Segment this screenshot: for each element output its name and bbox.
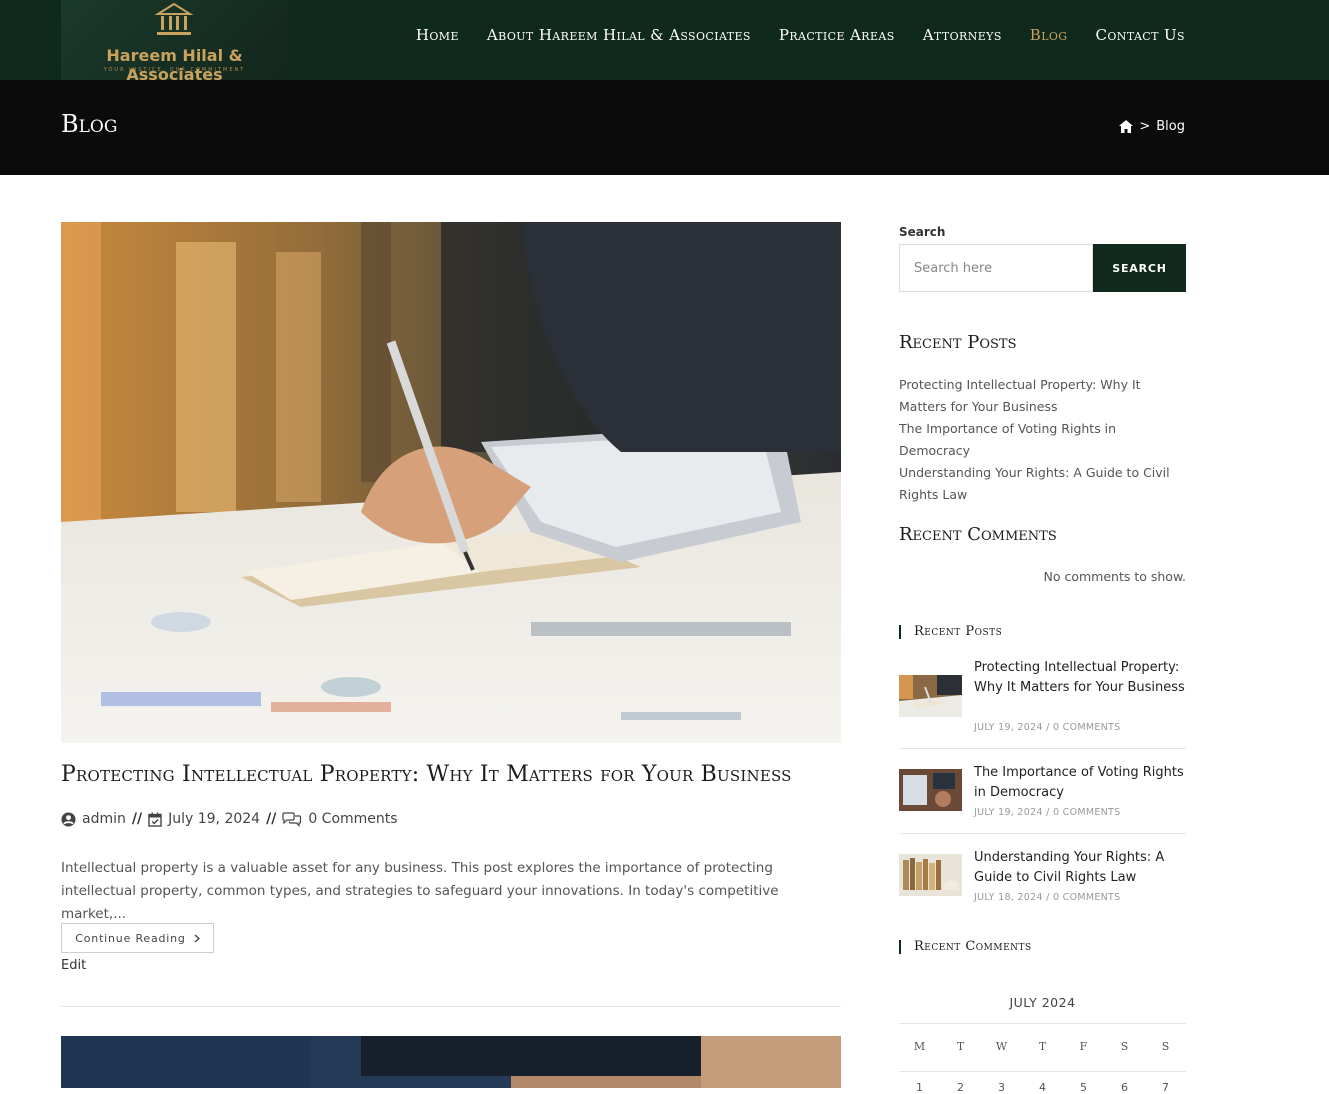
recent-post-link[interactable]: Protecting Intellectual Property: Why It… — [899, 377, 1141, 414]
search-label: Search — [899, 225, 946, 239]
recent-comments-heading-secondary: Recent Comments — [899, 940, 1032, 954]
continue-reading-label: Continue Reading — [75, 931, 186, 945]
calendar-icon — [148, 812, 162, 827]
recent-posts-heading: Recent Posts — [899, 332, 1017, 353]
post-excerpt: Intellectual property is a valuable asse… — [61, 860, 779, 922]
thumb-post-title[interactable]: Understanding Your Rights: A Guide to Ci… — [974, 848, 1186, 887]
calendar-weekdays: M T W T F S S — [899, 1040, 1186, 1053]
calendar-weekday: W — [995, 1040, 1008, 1053]
page-title-bar: Blog > Blog — [0, 80, 1329, 175]
thumb-post-image[interactable] — [899, 769, 962, 811]
nav-item-contact[interactable]: Contact Us — [1096, 26, 1186, 44]
recent-comments-heading: Recent Comments — [899, 524, 1057, 545]
post-title[interactable]: Protecting Intellectual Property: Why It… — [61, 762, 841, 787]
nav-item-attorneys[interactable]: Attorneys — [923, 26, 1002, 44]
search-button[interactable]: SEARCH — [1093, 244, 1186, 292]
list-item: Protecting Intellectual Property: Why It… — [899, 374, 1189, 418]
breadcrumb: > Blog — [1119, 119, 1185, 134]
thumb-post-image[interactable] — [899, 675, 962, 717]
recent-posts-heading-secondary: Recent Posts — [899, 625, 1002, 639]
nav-item-about[interactable]: About Hareem Hilal & Associates — [487, 26, 751, 44]
calendar-row-border — [899, 1071, 1186, 1072]
nav-item-blog[interactable]: Blog — [1030, 26, 1068, 44]
thumb-post-date-comments: JULY 19, 2024 / 0 COMMENTS — [974, 807, 1120, 818]
thumb-post-date: JULY 19, 2024 / — [974, 807, 1050, 818]
calendar-weekday: T — [1038, 1040, 1047, 1053]
post-author[interactable]: admin — [82, 811, 126, 827]
post-image-writing — [61, 222, 841, 743]
post-divider — [61, 1006, 841, 1007]
calendar-weekday: S — [1120, 1040, 1129, 1053]
meta-separator: // — [131, 811, 143, 827]
home-icon[interactable] — [1119, 120, 1134, 133]
calendar-weekday: T — [956, 1040, 965, 1053]
calendar-top-border — [899, 1023, 1186, 1024]
thumb-post-comments[interactable]: 0 COMMENTS — [1053, 722, 1121, 733]
recent-post-link[interactable]: Understanding Your Rights: A Guide to Ci… — [899, 465, 1170, 502]
recent-post-link[interactable]: The Importance of Voting Rights in Democ… — [899, 421, 1116, 458]
post-meta: admin // July 19, 2024 // 0 Comments — [61, 811, 398, 827]
thumb-divider — [899, 833, 1186, 834]
thumb-post-title[interactable]: Protecting Intellectual Property: Why It… — [974, 658, 1186, 697]
edit-post-link[interactable]: Edit — [61, 958, 86, 973]
recent-posts-list: Protecting Intellectual Property: Why It… — [899, 374, 1189, 506]
brand-name: Hareem Hilal & Associates — [106, 46, 243, 84]
calendar-weekday: M — [913, 1040, 926, 1053]
thumb-post-image[interactable] — [899, 854, 962, 896]
nav-item-home[interactable]: Home — [416, 26, 459, 44]
continue-reading-button[interactable]: Continue Reading — [61, 923, 214, 953]
post-image-desk — [61, 1036, 841, 1088]
site-logo[interactable]: Hareem Hilal & Associates YOUR JUSTICE, … — [61, 0, 288, 84]
list-item: The Importance of Voting Rights in Democ… — [899, 418, 1189, 462]
breadcrumb-current: Blog — [1156, 119, 1185, 134]
breadcrumb-separator: > — [1139, 119, 1151, 134]
thumb-post-comments[interactable]: 0 COMMENTS — [1053, 892, 1121, 903]
courthouse-icon — [154, 2, 194, 35]
post-featured-image[interactable] — [61, 222, 841, 743]
thumb-image-voting — [899, 769, 962, 811]
thumb-post-title[interactable]: The Importance of Voting Rights in Democ… — [974, 763, 1186, 802]
calendar-weekday: F — [1079, 1040, 1088, 1053]
page-title: Blog — [61, 110, 118, 138]
search-input[interactable] — [899, 244, 1093, 292]
chevron-right-icon — [194, 933, 200, 943]
thumb-post-date-comments: JULY 19, 2024 / 0 COMMENTS — [974, 722, 1120, 733]
post-comments-count[interactable]: 0 Comments — [308, 811, 397, 827]
calendar-caption: JULY 2024 — [1009, 995, 1076, 1010]
thumb-image-writing — [899, 675, 962, 717]
brand-tagline: YOUR JUSTICE, OUR COMMITMENT — [103, 67, 246, 73]
user-icon — [61, 811, 76, 827]
comments-icon — [282, 811, 302, 827]
thumb-post-date-comments: JULY 18, 2024 / 0 COMMENTS — [974, 892, 1120, 903]
thumb-divider — [899, 748, 1186, 749]
post-date: July 19, 2024 — [168, 811, 261, 827]
site-header: Hareem Hilal & Associates YOUR JUSTICE, … — [0, 0, 1329, 84]
no-comments-text: No comments to show. — [1043, 569, 1187, 584]
thumb-post-date: JULY 19, 2024 / — [974, 722, 1050, 733]
thumb-post-date: JULY 18, 2024 / — [974, 892, 1050, 903]
next-post-featured-image[interactable] — [61, 1036, 841, 1088]
thumb-post-comments[interactable]: 0 COMMENTS — [1053, 807, 1121, 818]
main-nav: Home About Hareem Hilal & Associates Pra… — [416, 26, 1185, 44]
meta-separator: // — [266, 811, 277, 827]
list-item: Understanding Your Rights: A Guide to Ci… — [899, 462, 1189, 506]
thumb-image-books — [899, 854, 962, 896]
nav-item-practice-areas[interactable]: Practice Areas — [779, 26, 895, 44]
calendar-weekday: S — [1161, 1040, 1170, 1053]
